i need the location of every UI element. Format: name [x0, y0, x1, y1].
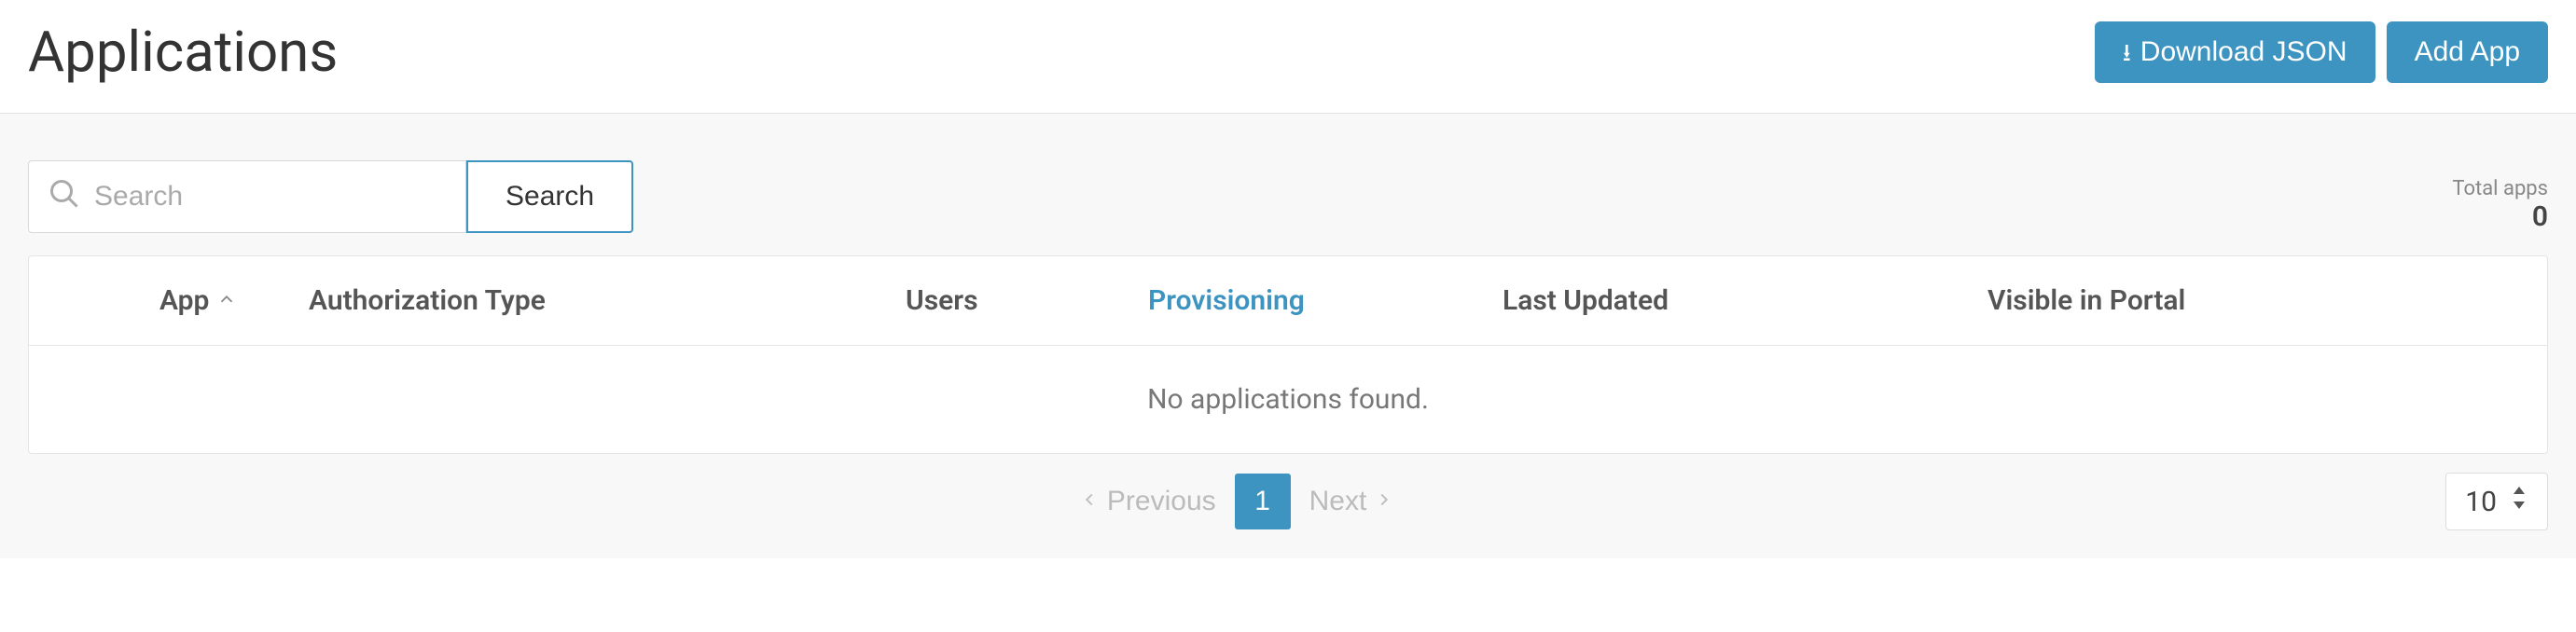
- page-header: Applications ⭳ Download JSON Add App: [0, 0, 2576, 114]
- column-app-label: App: [159, 284, 209, 317]
- sort-updown-icon: [2510, 485, 2528, 518]
- column-header-users[interactable]: Users: [906, 284, 1148, 317]
- totals-value: 0: [2452, 200, 2548, 233]
- applications-table: App Authorization Type Users Provisionin…: [28, 255, 2548, 454]
- page-number-current[interactable]: 1: [1235, 474, 1291, 529]
- header-actions: ⭳ Download JSON Add App: [2095, 21, 2548, 83]
- search-group: Search: [28, 160, 633, 233]
- column-header-authorization-type[interactable]: Authorization Type: [309, 284, 906, 317]
- column-last-updated-label: Last Updated: [1503, 284, 1669, 317]
- content-area: Search Total apps 0 App Authorization Ty…: [0, 114, 2576, 558]
- next-label: Next: [1309, 486, 1367, 517]
- empty-state-message: No applications found.: [29, 346, 2547, 453]
- table-header-row: App Authorization Type Users Provisionin…: [29, 256, 2547, 346]
- page-size-selector[interactable]: 10: [2445, 473, 2548, 530]
- chevron-right-icon: [1374, 486, 1394, 517]
- page-title: Applications: [28, 19, 338, 85]
- download-json-button[interactable]: ⭳ Download JSON: [2095, 21, 2375, 83]
- column-provisioning-label: Provisioning: [1148, 284, 1305, 317]
- search-box: [28, 160, 466, 233]
- page-size-value: 10: [2465, 486, 2497, 518]
- column-header-provisioning[interactable]: Provisioning: [1148, 284, 1503, 317]
- column-header-last-updated[interactable]: Last Updated: [1503, 284, 1987, 317]
- download-json-label: Download JSON: [2140, 36, 2347, 68]
- download-icon: ⭳: [2123, 40, 2131, 64]
- pagination: Previous 1 Next: [1079, 474, 1394, 529]
- next-page-button[interactable]: Next: [1309, 486, 1395, 517]
- totals-label: Total apps: [2452, 177, 2548, 200]
- sort-ascending-icon: [216, 284, 237, 317]
- search-button[interactable]: Search: [466, 160, 633, 233]
- previous-label: Previous: [1107, 486, 1216, 517]
- pagination-row: Previous 1 Next 10: [28, 473, 2548, 530]
- add-app-label: Add App: [2415, 36, 2520, 68]
- chevron-left-icon: [1079, 486, 1100, 517]
- column-header-visible-in-portal[interactable]: Visible in Portal: [1987, 284, 2547, 317]
- totals: Total apps 0: [2452, 177, 2548, 233]
- add-app-button[interactable]: Add App: [2387, 21, 2548, 83]
- search-input[interactable]: [94, 181, 454, 213]
- previous-page-button[interactable]: Previous: [1079, 486, 1216, 517]
- toolbar: Search Total apps 0: [28, 160, 2548, 233]
- column-auth-label: Authorization Type: [309, 284, 546, 317]
- column-users-label: Users: [906, 284, 978, 317]
- search-icon: [48, 177, 81, 217]
- column-visible-label: Visible in Portal: [1987, 284, 2185, 317]
- column-header-app[interactable]: App: [29, 284, 309, 317]
